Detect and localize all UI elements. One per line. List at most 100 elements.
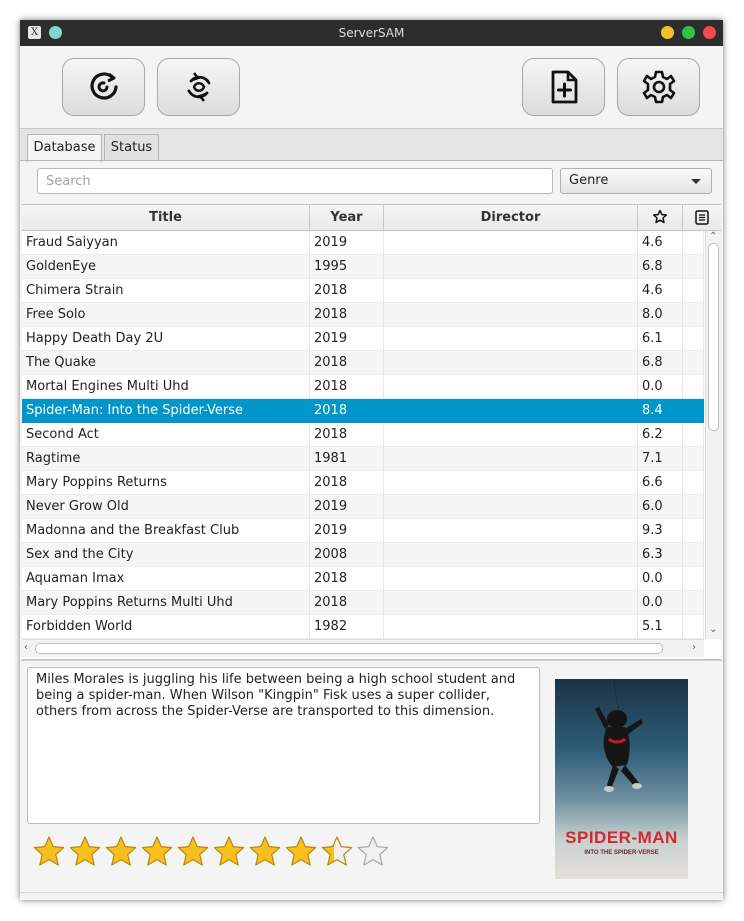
cell-year: 2008 xyxy=(310,543,384,567)
column-header-title[interactable]: Title xyxy=(22,205,310,230)
cell-title: Second Act xyxy=(22,423,310,447)
cell-title: Happy Death Day 2U xyxy=(22,327,310,351)
cell-director xyxy=(384,303,638,327)
cell-rating: 4.6 xyxy=(638,231,683,255)
genre-select[interactable]: Genre xyxy=(560,168,712,194)
cell-year: 2018 xyxy=(310,423,384,447)
table-row[interactable]: Mortal Engines Multi Uhd 2018 0.0 xyxy=(22,375,704,399)
cell-director xyxy=(384,255,638,279)
description-text[interactable]: Miles Morales is juggling his life betwe… xyxy=(27,667,540,824)
cell-year: 1981 xyxy=(310,447,384,471)
cell-year: 2018 xyxy=(310,591,384,615)
cell-director xyxy=(384,327,638,351)
table-row[interactable]: Second Act 2018 6.2 xyxy=(22,423,704,447)
column-header-rating[interactable] xyxy=(638,205,683,230)
cell-rating: 7.1 xyxy=(638,447,683,471)
cell-rating: 6.8 xyxy=(638,255,683,279)
horizontal-scrollbar[interactable]: ‹ › xyxy=(22,639,704,657)
table-row[interactable]: Never Grow Old 2019 6.0 xyxy=(22,495,704,519)
table-row[interactable]: Mary Poppins Returns 2018 6.6 xyxy=(22,471,704,495)
star-icon[interactable] xyxy=(176,835,210,869)
table-row[interactable]: Spider-Man: Into the Spider-Verse 2018 8.4 xyxy=(22,399,704,423)
vertical-scroll-thumb[interactable] xyxy=(708,243,719,431)
search-input[interactable] xyxy=(37,168,553,194)
cell-year: 2018 xyxy=(310,375,384,399)
cell-title: Never Grow Old xyxy=(22,495,310,519)
cell-title: Sex and the City xyxy=(22,543,310,567)
cell-director xyxy=(384,279,638,303)
table-row[interactable]: Happy Death Day 2U 2019 6.1 xyxy=(22,327,704,351)
cell-title: The Quake xyxy=(22,351,310,375)
close-button[interactable] xyxy=(703,26,716,39)
star-icon[interactable] xyxy=(212,835,246,869)
poster-figure-image xyxy=(595,679,643,792)
table-row[interactable]: Forbidden World 1982 5.1 xyxy=(22,615,704,639)
tab-divider xyxy=(20,160,723,161)
cell-director xyxy=(384,591,638,615)
cell-year: 2018 xyxy=(310,351,384,375)
scroll-down-icon[interactable]: ⌄ xyxy=(709,625,717,635)
cell-rating: 0.0 xyxy=(638,591,683,615)
sync-button[interactable] xyxy=(157,58,240,116)
table-row[interactable]: The Quake 2018 6.8 xyxy=(22,351,704,375)
add-file-button[interactable] xyxy=(522,58,605,116)
column-menu-button[interactable] xyxy=(683,205,721,230)
scroll-up-icon[interactable]: ⌃ xyxy=(709,232,717,242)
star-icon[interactable] xyxy=(68,835,102,869)
tab-bar: Database Status xyxy=(20,129,723,162)
cell-title: Mary Poppins Returns xyxy=(22,471,310,495)
cell-title: Ragtime xyxy=(22,447,310,471)
cell-extra xyxy=(683,495,704,519)
table-row[interactable]: GoldenEye 1995 6.8 xyxy=(22,255,704,279)
star-icon[interactable] xyxy=(140,835,174,869)
settings-button[interactable] xyxy=(617,58,700,116)
cell-extra xyxy=(683,615,704,639)
table-row[interactable]: Fraud Saiyyan 2019 4.6 xyxy=(22,231,704,255)
star-icon[interactable] xyxy=(104,835,138,869)
star-icon[interactable] xyxy=(320,835,354,869)
window-title: ServerSAM xyxy=(338,26,405,40)
table-row[interactable]: Chimera Strain 2018 4.6 xyxy=(22,279,704,303)
star-icon[interactable] xyxy=(284,835,318,869)
star-icon[interactable] xyxy=(32,835,66,869)
vertical-scrollbar[interactable]: ⌃ ⌄ xyxy=(705,231,721,639)
cell-extra xyxy=(683,423,704,447)
cell-rating: 0.0 xyxy=(638,375,683,399)
cell-title: Aquaman Imax xyxy=(22,567,310,591)
table-row[interactable]: Free Solo 2018 8.0 xyxy=(22,303,704,327)
table-row[interactable]: Madonna and the Breakfast Club 2019 9.3 xyxy=(22,519,704,543)
cell-extra xyxy=(683,567,704,591)
scroll-left-icon[interactable]: ‹ xyxy=(24,643,28,653)
star-icon[interactable] xyxy=(356,835,390,869)
column-header-director[interactable]: Director xyxy=(384,205,638,230)
cell-director xyxy=(384,423,638,447)
cell-director xyxy=(384,375,638,399)
gear-icon xyxy=(642,70,675,104)
cell-extra xyxy=(683,303,704,327)
column-header-year[interactable]: Year xyxy=(310,205,384,230)
refresh-button[interactable] xyxy=(62,58,145,116)
cell-rating: 0.0 xyxy=(638,567,683,591)
minimize-button[interactable] xyxy=(661,26,674,39)
scroll-right-icon[interactable]: › xyxy=(692,643,696,653)
cell-director xyxy=(384,567,638,591)
table-row[interactable]: Sex and the City 2008 6.3 xyxy=(22,543,704,567)
table-row[interactable]: Ragtime 1981 7.1 xyxy=(22,447,704,471)
cell-extra xyxy=(683,351,704,375)
cell-title: Free Solo xyxy=(22,303,310,327)
cell-extra xyxy=(683,591,704,615)
cell-rating: 6.1 xyxy=(638,327,683,351)
table-row[interactable]: Mary Poppins Returns Multi Uhd 2018 0.0 xyxy=(22,591,704,615)
cell-extra xyxy=(683,375,704,399)
maximize-button[interactable] xyxy=(682,26,695,39)
star-icon[interactable] xyxy=(248,835,282,869)
status-bar-divider xyxy=(20,892,723,893)
table-row[interactable]: Aquaman Imax 2018 0.0 xyxy=(22,567,704,591)
tab-status[interactable]: Status xyxy=(104,134,159,161)
table-header: Title Year Director xyxy=(22,205,721,231)
chevron-down-icon xyxy=(691,179,701,184)
cell-extra xyxy=(683,543,704,567)
cell-title: GoldenEye xyxy=(22,255,310,279)
tab-database[interactable]: Database xyxy=(27,134,102,162)
horizontal-scroll-thumb[interactable] xyxy=(35,643,663,654)
